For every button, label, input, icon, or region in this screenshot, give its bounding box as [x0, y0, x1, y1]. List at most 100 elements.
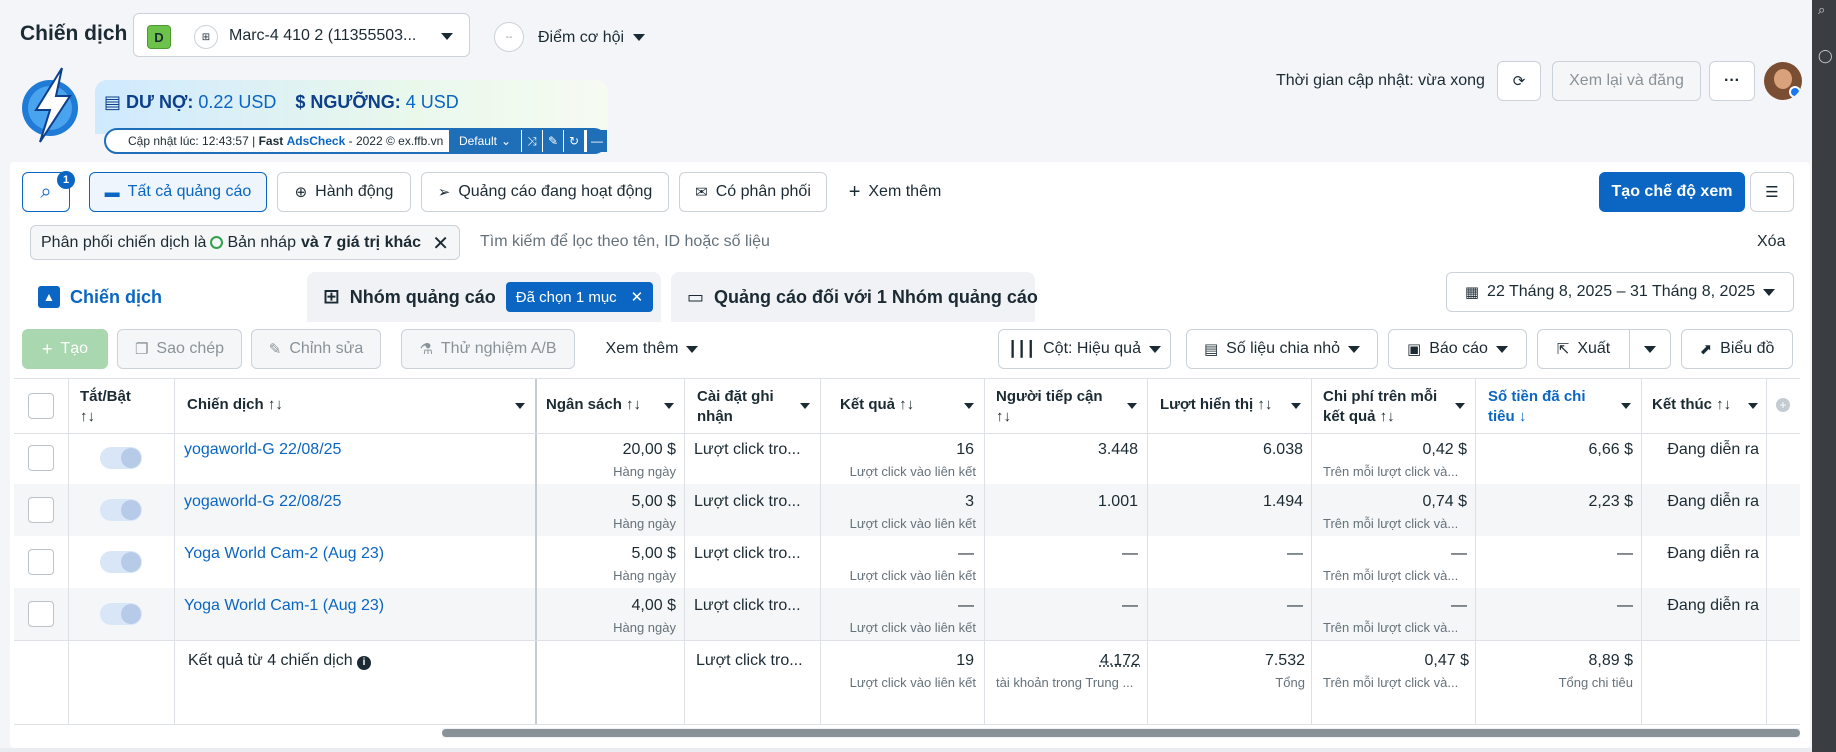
has-delivery-label: Có phân phối [715, 183, 811, 200]
chevron-down-icon[interactable] [664, 403, 674, 409]
opportunity-score-label[interactable]: Điểm cơ hội [538, 29, 624, 47]
results-value: — [958, 597, 974, 614]
row-divider [14, 433, 1800, 434]
info-icon[interactable]: i [357, 656, 372, 670]
minimize-icon[interactable]: — [587, 130, 607, 152]
edit-button[interactable]: ✎ Chỉnh sửa [251, 329, 381, 369]
has-delivery-button[interactable]: ✉ Có phân phối [679, 172, 827, 212]
filter-chip[interactable]: Phân phối chiến dịch là Bản nháp và 7 gi… [30, 225, 460, 260]
selected-chip[interactable]: Đã chọn 1 mục ✕ [505, 282, 654, 312]
filter-chip-value: Bản nháp [227, 233, 296, 251]
review-publish-button[interactable]: Xem lại và đăng [1552, 61, 1701, 101]
side-strip-icon-2[interactable]: ◯ [1818, 48, 1833, 64]
chevron-down-icon[interactable] [1748, 403, 1758, 409]
create-view-button[interactable]: Tạo chế độ xem [1599, 172, 1745, 212]
create-button[interactable]: + Tạo [22, 329, 108, 369]
header-budget[interactable]: Ngân sách ↑↓ [546, 395, 641, 415]
campaign-toggle[interactable] [100, 499, 142, 521]
header-attribution-line1: Cài đặt ghi [697, 388, 774, 405]
row-checkbox[interactable] [28, 497, 54, 523]
budget-value: 5,00 $ [631, 493, 676, 510]
results-value: 3 [965, 493, 974, 510]
account-selector[interactable]: D ⊞ Marc-4 410 2 (11355503... [133, 13, 470, 57]
chevron-down-icon[interactable] [1621, 403, 1631, 409]
campaign-toggle[interactable] [100, 603, 142, 625]
chevron-down-icon[interactable] [1127, 403, 1137, 409]
breakdown-button[interactable]: ▤ Số liệu chia nhỏ [1186, 329, 1378, 369]
search-filter-count-badge: 1 [57, 171, 75, 189]
chevron-down-icon[interactable] [964, 403, 974, 409]
header-campaign[interactable]: Chiến dịch ↑↓ [187, 395, 283, 415]
folder-icon: ▬ [104, 183, 120, 201]
header-impressions[interactable]: Lượt hiển thị ↑↓ [1160, 395, 1272, 415]
copy-button[interactable]: ❐ Sao chép [117, 329, 242, 369]
tab-ad-sets[interactable]: ⊞ Nhóm quảng cáo Đã chọn 1 mục ✕ [307, 272, 661, 322]
profile-select[interactable]: Default ⌄ [449, 130, 521, 152]
reach-value: 1.001 [1097, 493, 1138, 510]
header-amount-spent[interactable]: Số tiền đã chi tiêu ↓ [1488, 387, 1586, 427]
chart-button[interactable]: ⬈ Biểu đồ [1681, 329, 1793, 369]
edit-icon[interactable]: ✎ [543, 130, 563, 152]
campaign-name-link[interactable]: yogaworld-G 22/08/25 [184, 441, 341, 459]
row-checkbox[interactable] [28, 549, 54, 575]
see-more-actions-button[interactable]: Xem thêm [590, 329, 714, 369]
all-ads-button[interactable]: ▬ Tất cả quảng cáo [89, 172, 267, 212]
avatar[interactable] [1764, 62, 1802, 100]
columns-button[interactable]: ┃┃┃ Cột: Hiệu quả [998, 329, 1171, 369]
select-all-checkbox[interactable] [28, 393, 54, 419]
actions-button[interactable]: ⊕ Hành động [277, 172, 411, 212]
clear-filters-link[interactable]: Xóa [1757, 233, 1785, 251]
chevron-down-icon[interactable] [515, 403, 525, 409]
plus-icon: + [848, 181, 861, 203]
chevron-down-icon[interactable] [1291, 403, 1301, 409]
close-icon[interactable]: ✕ [631, 288, 644, 306]
header-cost-per-result[interactable]: Chi phí trên mỗi kết quả ↑↓ [1323, 387, 1437, 427]
campaign-toggle[interactable] [100, 551, 142, 573]
budget-period: Hàng ngày [613, 464, 676, 479]
side-strip-icon-1[interactable]: ⌕ [1818, 2, 1825, 18]
browser-side-strip: ⌕ ◯ [1812, 0, 1836, 752]
horizontal-scrollbar-thumb[interactable] [442, 729, 1800, 737]
chevron-down-icon[interactable] [1455, 403, 1465, 409]
more-options-button[interactable]: ··· [1709, 61, 1755, 101]
export-button[interactable]: ⇱ Xuất [1537, 329, 1630, 369]
campaign-name-link[interactable]: yogaworld-G 22/08/25 [184, 493, 341, 511]
reach-value: — [1122, 545, 1138, 562]
tab-ad-sets-label: Nhóm quảng cáo [349, 286, 496, 307]
see-more-filters-button[interactable]: + Xem thêm [837, 172, 953, 212]
refresh-button[interactable]: ⟳ [1497, 61, 1541, 101]
close-icon[interactable]: ✕ [432, 231, 449, 256]
export-dropdown-button[interactable] [1629, 329, 1671, 369]
row-checkbox[interactable] [28, 601, 54, 627]
chevron-down-icon[interactable] [633, 34, 645, 41]
shuffle-icon[interactable]: ⤨ [522, 130, 542, 152]
header-results[interactable]: Kết quả ↑↓ [840, 395, 914, 415]
summary-reach[interactable]: 4.172 [994, 652, 1140, 670]
campaign-name-link[interactable]: Yoga World Cam-1 (Aug 23) [184, 597, 384, 615]
report-icon: ▣ [1407, 340, 1422, 358]
campaign-name-link[interactable]: Yoga World Cam-2 (Aug 23) [184, 545, 384, 563]
page-title: Chiến dịch [20, 22, 128, 45]
ab-test-button[interactable]: ⚗ Thử nghiệm A/B [401, 329, 575, 369]
tab-ads[interactable]: ▭ Quảng cáo đối với 1 Nhóm quảng cáo [671, 272, 1038, 322]
header-ends[interactable]: Kết thúc ↑↓ [1652, 395, 1731, 415]
refresh-icon[interactable]: ↻ [564, 130, 584, 152]
filter-search-input[interactable]: Tìm kiếm để lọc theo tên, ID hoặc số liệ… [480, 233, 770, 251]
ends-value: Đang diễn ra [1667, 441, 1759, 458]
date-range-picker[interactable]: ▦ 22 Tháng 8, 2025 – 31 Tháng 8, 2025 [1446, 272, 1794, 312]
row-divider [14, 640, 1800, 641]
header-reach[interactable]: Người tiếp cận ↑↓ [996, 387, 1103, 427]
add-column-icon[interactable]: + [1776, 398, 1790, 412]
reports-button[interactable]: ▣ Báo cáo [1388, 329, 1527, 369]
tab-campaigns[interactable]: ▲ Chiến dịch [22, 272, 297, 322]
campaign-toggle[interactable] [100, 447, 142, 469]
summary-results-type: Lượt click vào liên kết [849, 675, 976, 690]
chevron-down-icon[interactable] [800, 403, 810, 409]
chevron-down-icon: ⌄ [500, 134, 512, 148]
active-ads-button[interactable]: ➢ Quảng cáo đang hoạt động [421, 172, 669, 212]
view-settings-button[interactable]: ☰ [1750, 172, 1794, 212]
header-toggle[interactable]: Tắt/Bật ↑↓ [80, 387, 131, 427]
header-cpr-line1: Chi phí trên mỗi [1323, 388, 1438, 405]
row-checkbox[interactable] [28, 445, 54, 471]
header-attribution[interactable]: Cài đặt ghi nhận [697, 387, 774, 427]
